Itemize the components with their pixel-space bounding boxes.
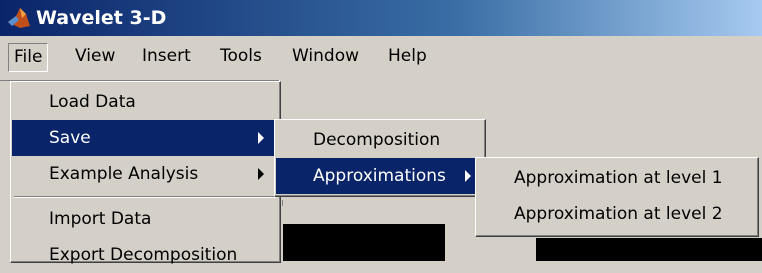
submenu-arrow-icon [258,168,264,180]
menu-bar: File View Insert Tools Window Help [0,36,762,81]
menu-item-decomposition[interactable]: Decomposition [276,122,482,158]
menu-item-approximation-level-2[interactable]: Approximation at level 2 [477,196,755,232]
save-submenu: Decomposition Approximations [274,119,486,197]
menu-view[interactable]: View [75,46,115,66]
menu-item-load-data[interactable]: Load Data [12,84,279,120]
submenu-arrow-icon [258,132,264,144]
menu-window[interactable]: Window [292,46,359,66]
menu-tools[interactable]: Tools [220,46,262,66]
menu-item-approximations[interactable]: Approximations [276,158,482,194]
menu-separator [14,196,276,198]
menu-file[interactable]: File [8,43,49,72]
window-title: Wavelet 3-D [36,7,167,29]
approximations-submenu: Approximation at level 1 Approximation a… [475,157,759,237]
menu-item-import-data[interactable]: Import Data [12,201,279,237]
menu-insert[interactable]: Insert [142,46,191,66]
file-menu: Load Data Save Example Analysis Import D… [10,81,281,265]
matlab-logo-icon [8,8,30,28]
menu-item-example-analysis[interactable]: Example Analysis [12,156,279,192]
submenu-arrow-icon [465,170,471,182]
menu-item-export-decomposition[interactable]: Export Decomposition [12,237,279,273]
menu-item-approximation-level-1[interactable]: Approximation at level 1 [477,160,755,196]
axes-plot-1[interactable] [283,224,445,261]
title-bar[interactable]: Wavelet 3-D [0,0,762,36]
menu-item-save[interactable]: Save [12,120,277,156]
axes-corner [282,200,293,206]
axes-plot-2[interactable] [536,238,762,261]
menu-help[interactable]: Help [388,46,427,66]
